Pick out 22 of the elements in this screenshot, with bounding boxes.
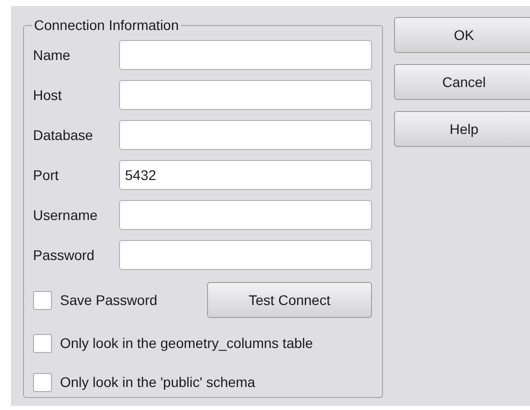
test-connect-button[interactable]: Test Connect [207, 282, 372, 318]
field-label: Host [33, 86, 63, 104]
input-field[interactable] [119, 40, 372, 70]
field-label: Name [33, 46, 72, 64]
field-label: Username [33, 206, 99, 224]
dialog-button[interactable]: Cancel [394, 64, 530, 100]
field-label: Database [33, 126, 94, 144]
input-field[interactable]: 5432 [119, 160, 372, 190]
checkbox[interactable] [33, 373, 52, 392]
dialog-button[interactable]: OK [394, 17, 530, 53]
field-label: Password [33, 246, 96, 264]
input-field[interactable] [119, 200, 372, 230]
dialog-button[interactable]: Help [394, 111, 530, 147]
checkbox-label: Only look in the geometry_columns table [60, 334, 313, 353]
input-field[interactable] [119, 80, 372, 110]
checkbox[interactable] [33, 290, 52, 310]
checkbox-label: Only look in the 'public' schema [60, 373, 256, 392]
field-label: Port [33, 166, 60, 184]
input-field[interactable] [119, 120, 372, 150]
checkbox-label: Save Password [60, 290, 158, 310]
checkbox[interactable] [33, 334, 52, 353]
input-field[interactable] [119, 240, 372, 270]
